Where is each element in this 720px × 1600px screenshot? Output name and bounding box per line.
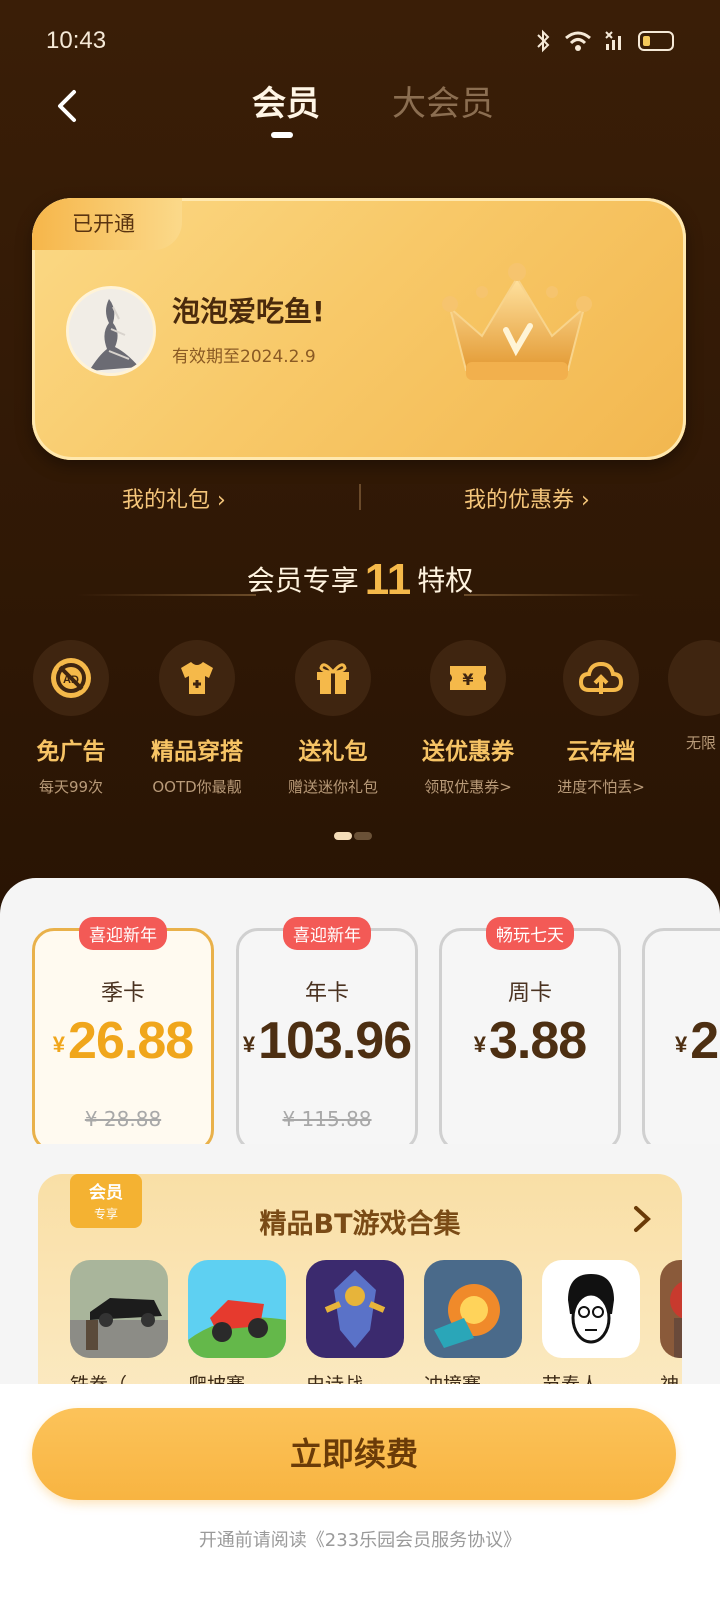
privilege-name: 送优惠券 — [422, 739, 514, 765]
plan-original-price: ¥ 28.88 — [84, 1107, 162, 1131]
divider — [359, 484, 361, 510]
privilege-outfit[interactable]: 精品穿搭 OOTD你最靓 — [132, 640, 262, 797]
plan-original-price: ¥ 115.88 — [282, 1107, 372, 1131]
outfit-icon — [159, 640, 235, 716]
game-item[interactable]: 爬坡赛 — [188, 1260, 286, 1397]
gift-icon — [295, 640, 371, 716]
expiry-date: 有效期至2024.2.9 — [172, 347, 316, 367]
more-icon — [668, 640, 720, 716]
my-coupon-link[interactable]: 我的优惠券 › — [464, 482, 590, 514]
bt-game-collection: 会员 专享 精品BT游戏合集 铁拳（ 爬坡赛 史诗战 — [38, 1174, 682, 1414]
wifi-icon — [565, 31, 591, 51]
chevron-right-icon: › — [217, 488, 226, 513]
chevron-right-icon: › — [581, 488, 590, 513]
battery-icon — [638, 31, 674, 51]
avatar[interactable] — [66, 286, 156, 376]
bluetooth-icon — [537, 29, 550, 53]
vip-card: 已开通 泡泡爱吃鱼! 有效期至2024.2.9 — [32, 198, 686, 460]
my-coupon-label: 我的优惠券 — [464, 488, 575, 513]
privilege-name: 免广告 — [36, 739, 106, 765]
privilege-desc: OOTD你最靓 — [152, 778, 242, 796]
plan-name: 周卡 — [507, 981, 552, 1006]
pager-dots — [334, 832, 374, 840]
cloud-upload-icon — [563, 640, 639, 716]
privilege-name: 送礼包 — [298, 739, 368, 765]
status-bar: 10:43 — [0, 0, 720, 64]
privilege-cloud-save[interactable]: 云存档 进度不怕丢> — [536, 640, 666, 797]
plan-name: 季卡 — [100, 981, 145, 1006]
privilege-desc: 进度不怕丢> — [557, 778, 645, 796]
plan-price: ¥3.88 — [473, 1012, 587, 1070]
game-icon — [188, 1260, 286, 1358]
top-nav: 会员 大会员 — [0, 70, 720, 150]
privileges-title-prefix: 会员专享 — [246, 564, 359, 597]
status-badge: 已开通 — [32, 198, 182, 250]
game-item[interactable]: 铁拳（ — [70, 1260, 168, 1397]
svg-text:¥: ¥ — [462, 670, 473, 689]
plan-tag: 畅玩七天 — [486, 917, 574, 950]
plan-list: 喜迎新年 季卡 ¥26.88 ¥ 28.88 喜迎新年 年卡 ¥103.96 ¥… — [0, 914, 720, 1144]
privilege-desc: 无限 — [686, 734, 717, 752]
renew-button[interactable]: 立即续费 — [32, 1408, 676, 1500]
signal-icon — [605, 31, 621, 50]
status-time: 10:43 — [46, 27, 107, 54]
plan-tag: 喜迎新年 — [283, 917, 371, 950]
privilege-gift[interactable]: 送礼包 赠送迷你礼包 — [268, 640, 398, 797]
plan-weekly[interactable]: 畅玩七天 周卡 ¥3.88 — [439, 917, 621, 1144]
game-item[interactable]: 节奏人 — [542, 1260, 640, 1397]
game-icon — [542, 1260, 640, 1358]
game-icon — [306, 1260, 404, 1358]
plan-price: ¥103.96 — [242, 1012, 412, 1070]
privilege-desc: 领取优惠券> — [424, 778, 512, 796]
game-item[interactable]: 神 — [660, 1260, 682, 1397]
plan-price: ¥26.88 — [52, 1012, 194, 1070]
plan-yearly[interactable]: 喜迎新年 年卡 ¥103.96 ¥ 115.88 — [236, 917, 418, 1144]
my-gift-link[interactable]: 我的礼包 › — [122, 482, 226, 514]
game-item[interactable]: 冲撞赛 — [424, 1260, 522, 1397]
privilege-name: 精品穿搭 — [151, 739, 243, 765]
privilege-name: 云存档 — [566, 739, 636, 765]
privilege-coupon[interactable]: ¥ 送优惠券 领取优惠券> — [403, 640, 533, 797]
plan-tag: 喜迎新年 — [79, 917, 167, 950]
game-icon — [424, 1260, 522, 1358]
quick-links: 我的礼包 › 我的优惠券 › — [0, 476, 720, 520]
tab-indicator — [271, 132, 293, 138]
tab-big-member[interactable]: 大会员 — [392, 76, 494, 125]
plan-quarterly[interactable]: 喜迎新年 季卡 ¥26.88 ¥ 28.88 — [32, 917, 214, 1144]
chevron-right-icon[interactable] — [630, 1204, 654, 1234]
privileges-list: AD 免广告 每天99次 精品穿搭 OOTD你最靓 送礼包 赠送迷你礼包 ¥ 送… — [0, 640, 720, 810]
game-item[interactable]: 史诗战 — [306, 1260, 404, 1397]
my-gift-label: 我的礼包 — [122, 488, 211, 513]
tab-member[interactable]: 会员 — [252, 76, 320, 125]
collection-title: 精品BT游戏合集 — [259, 1209, 461, 1240]
privilege-desc: 每天99次 — [38, 778, 104, 796]
pager-dot-active — [334, 832, 352, 840]
privilege-no-ads[interactable]: AD 免广告 每天99次 — [6, 640, 136, 797]
svg-text:AD: AD — [63, 674, 79, 686]
plan-price: ¥2 — [675, 1012, 719, 1070]
privileges-heading: 会员专享 11 特权 — [0, 552, 720, 608]
privilege-desc: 赠送迷你礼包 — [287, 778, 378, 796]
privileges-title-suffix: 特权 — [417, 564, 474, 597]
crown-icon — [442, 263, 592, 380]
service-agreement-link[interactable]: 开通前请阅读《233乐园会员服务协议》 — [0, 1526, 720, 1552]
divider-line — [464, 594, 644, 596]
plan-name: 年卡 — [304, 981, 349, 1006]
game-icon — [660, 1260, 682, 1358]
no-ads-icon: AD — [33, 640, 109, 716]
footer: 立即续费 开通前请阅读《233乐园会员服务协议》 — [0, 1384, 720, 1600]
privilege-more[interactable]: 无限 — [668, 640, 720, 753]
pager-dot — [354, 832, 372, 840]
back-arrow-icon[interactable] — [48, 86, 88, 126]
divider-line — [76, 594, 256, 596]
coupon-icon: ¥ — [430, 640, 506, 716]
username: 泡泡爱吃鱼! — [172, 295, 325, 328]
status-icons — [534, 29, 674, 53]
badge-label: 会员 — [89, 1183, 123, 1203]
game-icon — [70, 1260, 168, 1358]
privileges-count: 11 — [364, 555, 412, 604]
plan-partial[interactable]: ¥2 — [642, 928, 720, 1144]
